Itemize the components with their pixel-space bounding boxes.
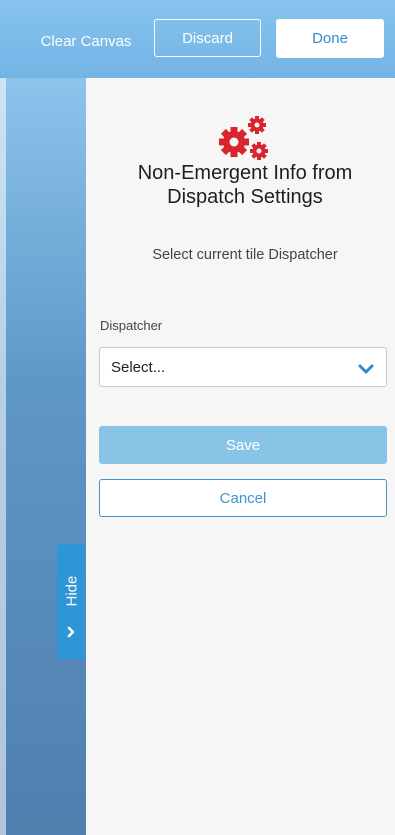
dispatcher-label: Dispatcher	[100, 318, 163, 333]
top-toolbar: Clear Canvas Discard Done	[0, 0, 395, 78]
cancel-button[interactable]: Cancel	[99, 479, 387, 517]
hide-panel-tab[interactable]: Hide	[57, 544, 85, 659]
page-subtitle: Select current tile Dispatcher	[152, 247, 338, 263]
title-line-2: Dispatch Settings	[167, 186, 323, 208]
done-button[interactable]: Done	[276, 19, 384, 58]
chevron-right-icon	[66, 625, 76, 638]
dispatcher-select-value: Select...	[111, 359, 166, 376]
save-button[interactable]: Save	[99, 426, 387, 464]
canvas-background	[0, 78, 86, 835]
clear-canvas-button[interactable]: Clear Canvas	[27, 22, 145, 60]
gears-icon	[216, 113, 272, 165]
canvas-edge	[0, 78, 6, 835]
hide-label: Hide	[63, 575, 81, 607]
discard-button[interactable]: Discard	[154, 19, 261, 57]
chevron-down-icon	[358, 362, 374, 374]
dispatcher-select[interactable]: Select...	[99, 347, 387, 387]
page-title: Non-Emergent Info from Dispatch Settings	[95, 161, 395, 209]
title-line-1: Non-Emergent Info from	[137, 162, 353, 184]
